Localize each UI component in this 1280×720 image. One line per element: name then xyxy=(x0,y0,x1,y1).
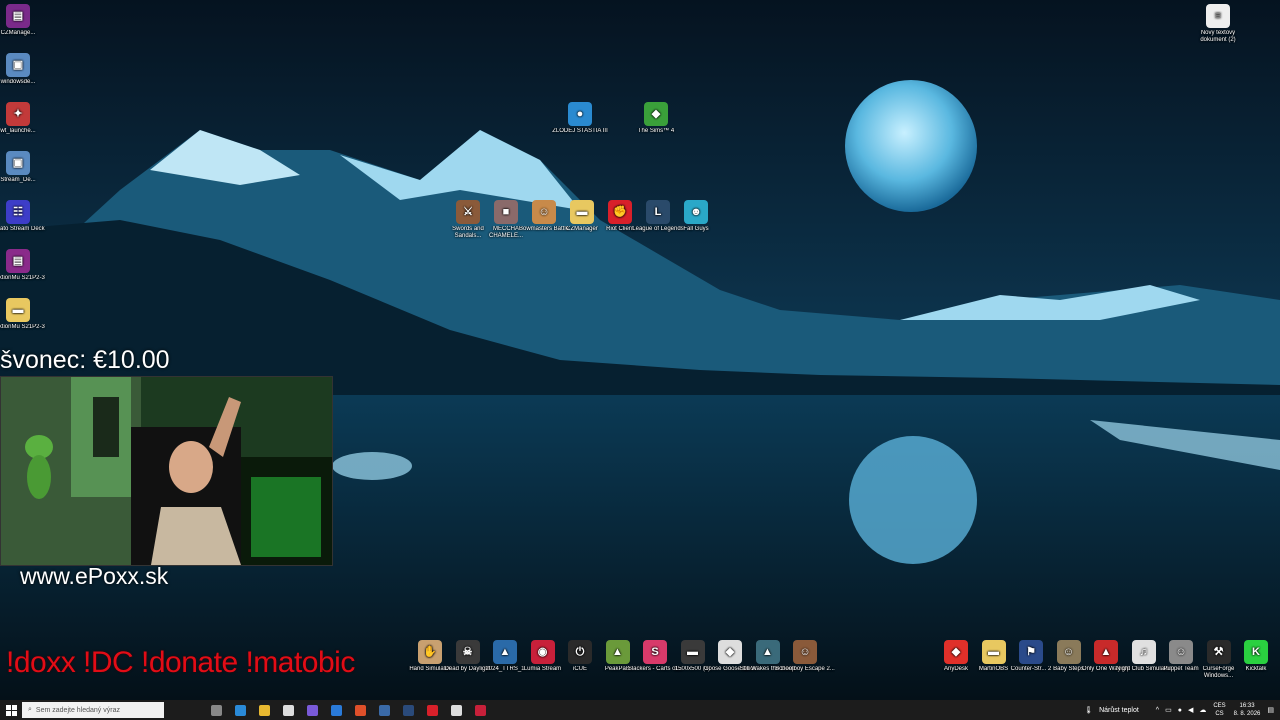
language-bottom: CS xyxy=(1215,711,1224,717)
language-top: CES xyxy=(1213,703,1226,709)
desktop-icon-label: Stream_De... xyxy=(0,177,36,183)
weather-text[interactable]: Nárůst teplot xyxy=(1099,707,1139,714)
search-icon: ⌕ xyxy=(28,706,32,713)
app-blue-icon xyxy=(378,704,390,716)
taskbar-app-edge[interactable] xyxy=(228,700,252,720)
desktop-icon-label: CZManage... xyxy=(0,30,36,36)
taskbar-search-box[interactable]: ⌕ Sem zadejte hledaný výraz xyxy=(22,702,164,718)
desktop-icon-label: Fall Guys xyxy=(683,226,709,232)
notification-icon[interactable]: ▤ xyxy=(1267,706,1274,714)
desktop-icon-label: windowsde... xyxy=(0,79,36,85)
chat-commands-overlay: !doxx !DC !donate !matobic xyxy=(6,646,355,679)
desktop-icon-label: RaktionMu S21P2-3 xyxy=(0,275,45,281)
desktop-icon-left-3[interactable]: ▣ Stream_De... xyxy=(0,151,48,184)
desktop-icon-label: ZLODEJ STASTIA III xyxy=(552,128,608,134)
desktop-icon-left-4[interactable]: ☷ Elgato Stream Deck xyxy=(0,200,48,233)
desktop-icon-left-0[interactable]: ▤ CZManage... xyxy=(0,4,48,37)
lumia-icon xyxy=(474,704,486,716)
copilot-icon xyxy=(306,704,318,716)
taskbar-app-steam[interactable] xyxy=(396,700,420,720)
app-icon: ☻ xyxy=(684,200,708,224)
edge-icon xyxy=(234,704,246,716)
app-icon: ▤ xyxy=(6,249,30,273)
taskbar-app-obs[interactable] xyxy=(444,700,468,720)
clock-date: 8. 8. 2026 xyxy=(1233,711,1261,717)
website-overlay: www.ePoxx.sk xyxy=(20,563,169,589)
app-icon: ▤ xyxy=(6,4,30,28)
taskbar-app-task-view[interactable] xyxy=(204,700,228,720)
desktop-icon-top-1[interactable]: ◆ The Sims™ 4 xyxy=(626,102,686,135)
mail-icon xyxy=(330,704,342,716)
desktop-icon-label: The Sims™ 4 xyxy=(637,128,675,134)
file-explorer-icon xyxy=(258,704,270,716)
desktop-icon-label: wt_launche... xyxy=(0,128,36,134)
start-button[interactable] xyxy=(0,700,22,720)
document-icon: ≡ xyxy=(1206,4,1230,28)
clock-time: 16:33 xyxy=(1239,703,1255,709)
desktop-icon-left-1[interactable]: ▣ windowsde... xyxy=(0,53,48,86)
app-icon: ◆ xyxy=(644,102,668,126)
app-icon: ● xyxy=(568,102,592,126)
taskbar-app-app-blue[interactable] xyxy=(372,700,396,720)
desktop-icon-top-0[interactable]: ● ZLODEJ STASTIA III xyxy=(550,102,610,135)
search-placeholder: Sem zadejte hledaný výraz xyxy=(35,706,120,714)
store-icon xyxy=(282,704,294,716)
desktop-icon-left-5[interactable]: ▤ RaktionMu S21P2-3 xyxy=(0,249,48,282)
obs-icon xyxy=(450,704,462,716)
desktop-icon-label: RaktionMu S21P2-3 xyxy=(0,324,45,330)
desktop-icon-bottom-10[interactable]: ☺ Schoolboy Escape 2... xyxy=(775,640,835,673)
microphone-icon[interactable]: ● xyxy=(1178,707,1182,714)
speaker-icon[interactable]: ◀ xyxy=(1188,706,1193,714)
desktop-icon-label: Schoolboy Escape 2... xyxy=(775,666,835,672)
desktop-icon-label: Elgato Stream Deck xyxy=(0,226,45,232)
taskbar-app-brave[interactable] xyxy=(348,700,372,720)
app-icon: ☷ xyxy=(6,200,30,224)
clock[interactable]: 16:33 8. 8. 2026 xyxy=(1234,702,1261,718)
weather-icon[interactable]: 🌡 xyxy=(1084,706,1093,714)
chevron-up-icon[interactable]: ^ xyxy=(1156,707,1159,714)
app-icon: K xyxy=(1244,640,1268,664)
desktop-icon-left-6[interactable]: ▬ RaktionMu S21P2-3 xyxy=(0,298,48,331)
taskbar-app-store[interactable] xyxy=(276,700,300,720)
app-icon: ▣ xyxy=(6,151,30,175)
app-icon: ✦ xyxy=(6,102,30,126)
app-icon: ▬ xyxy=(6,298,30,322)
taskbar-app-riot[interactable] xyxy=(420,700,444,720)
app-icon: ▣ xyxy=(6,53,30,77)
task-view-icon xyxy=(210,704,222,716)
taskbar-app-lumia[interactable] xyxy=(468,700,492,720)
desktop-icon-label: Nový textový dokument (2) xyxy=(1200,30,1236,43)
taskbar: ⌕ Sem zadejte hledaný výraz 🌡 Nárůst tep… xyxy=(0,700,1280,720)
language-indicator[interactable]: CES CS xyxy=(1213,702,1225,718)
steam-icon xyxy=(402,704,414,716)
taskbar-app-copilot[interactable] xyxy=(300,700,324,720)
desktop-icon-row-6[interactable]: ☻ Fall Guys xyxy=(666,200,726,233)
brave-icon xyxy=(354,704,366,716)
donation-overlay: švonec: €10.00 xyxy=(0,346,170,374)
system-tray: 🌡 Nárůst teplot ^ ▭ ● ◀ ☁ CES CS 16:33 8… xyxy=(1081,700,1280,720)
windows-logo-icon xyxy=(5,704,17,716)
taskbar-app-mail[interactable] xyxy=(324,700,348,720)
network-icon[interactable]: ▭ xyxy=(1165,706,1172,714)
webcam-feed xyxy=(0,376,333,566)
cloud-icon[interactable]: ☁ xyxy=(1199,706,1206,714)
desktop-icon-text-document[interactable]: ≡ Nový textový dokument (2) xyxy=(1188,4,1248,44)
app-icon: ☺ xyxy=(793,640,817,664)
desktop-icon-left-2[interactable]: ✦ wt_launche... xyxy=(0,102,48,135)
desktop-icon-label: Kicktalk xyxy=(1245,666,1267,672)
riot-icon xyxy=(426,704,438,716)
desktop-icon-br-8[interactable]: K Kicktalk xyxy=(1226,640,1280,673)
taskbar-app-file-explorer[interactable] xyxy=(252,700,276,720)
